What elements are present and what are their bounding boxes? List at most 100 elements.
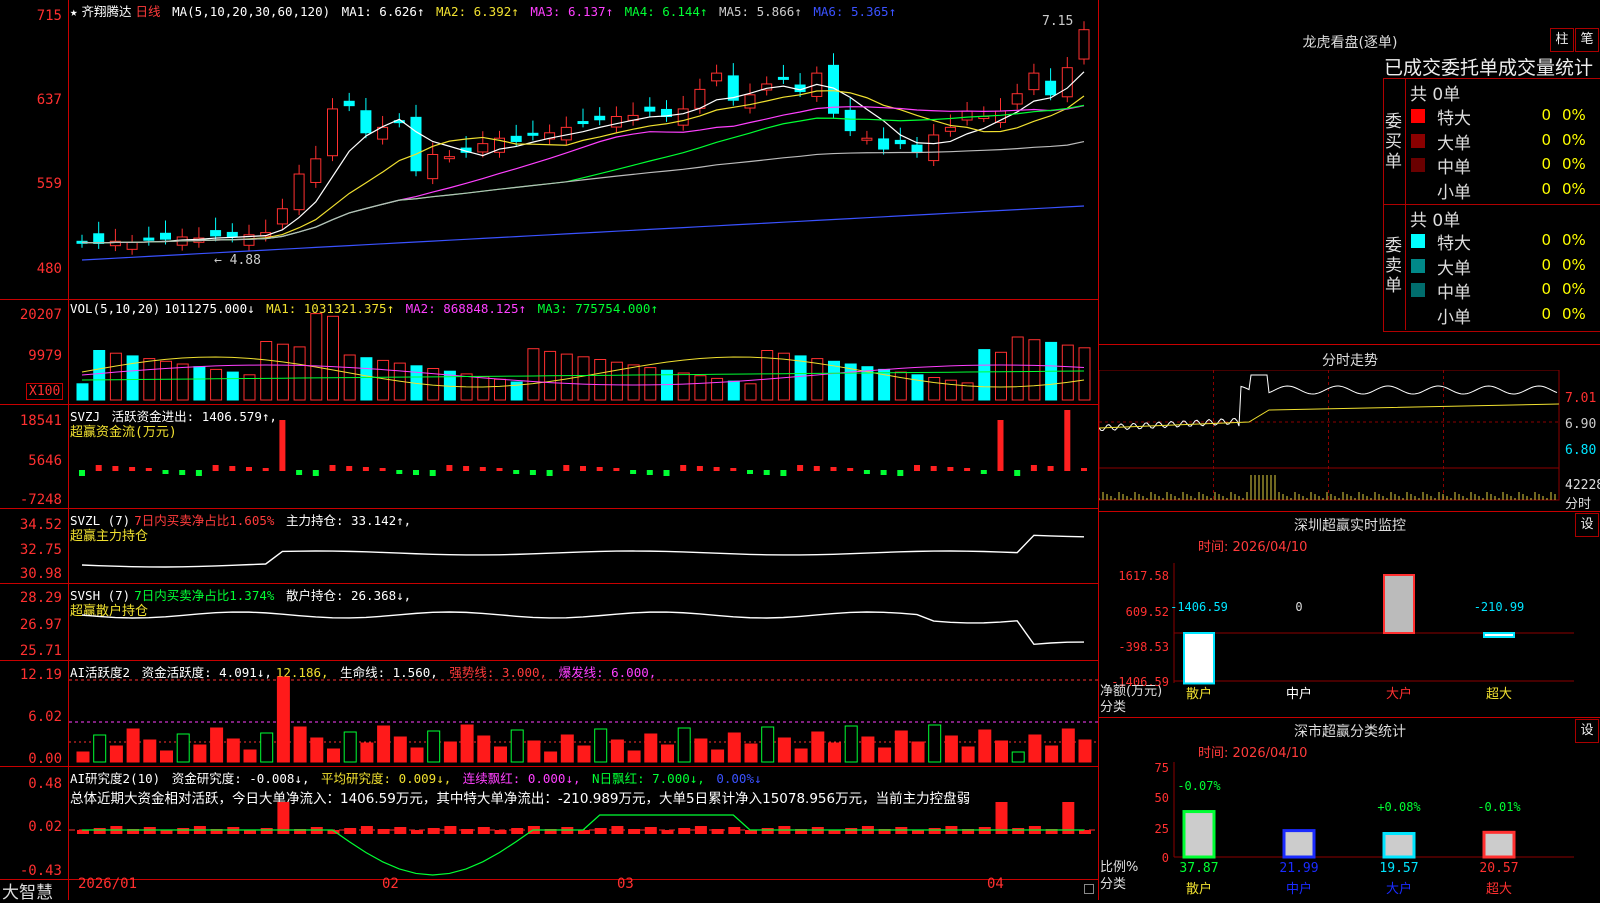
class-value: 37.87 [1179, 861, 1218, 876]
sell-row-count: 0 [1541, 304, 1551, 323]
monitor-title: 深圳超赢实时监控 [1294, 518, 1406, 534]
order-table-sep [1383, 204, 1600, 205]
monitor-category: 超大 [1486, 687, 1512, 702]
activity-bar [1045, 745, 1059, 763]
activity-bar [377, 725, 391, 763]
fund-flow-bar [246, 467, 252, 471]
activity-bar [427, 730, 441, 763]
intraday-chart[interactable] [1099, 370, 1600, 510]
fund-flow-bar [362, 467, 369, 471]
kline-chart[interactable] [69, 0, 1098, 900]
bar-mode-button[interactable]: 柱 [1550, 28, 1574, 52]
brand-logo[interactable]: 大智慧 [2, 878, 53, 903]
monitor-category: 中户 [1286, 686, 1312, 702]
fund-flow-bar [1081, 468, 1087, 471]
volume-bar [160, 360, 172, 401]
activity-bar [828, 742, 841, 763]
research-bar [678, 828, 691, 834]
svzl-tick: 32.75 [19, 542, 62, 558]
activity-bar [694, 738, 708, 763]
fund-flow-bar [997, 420, 1004, 471]
candle [343, 100, 355, 107]
fund-flow-bar [964, 468, 971, 471]
fund-flow-bar [546, 470, 553, 476]
research-bar [728, 827, 741, 834]
activity-bar [276, 676, 290, 763]
volume-bar [744, 383, 757, 401]
buy-swatch [1411, 109, 1425, 123]
fund-flow-bar [1047, 466, 1054, 471]
tick-mode-button[interactable]: 笔 [1575, 28, 1599, 52]
buy-row-label: 特大 [1437, 109, 1471, 129]
class-tick: 75 [1155, 761, 1169, 775]
activity-bar [327, 748, 340, 763]
candle [210, 230, 222, 237]
fund-flow-bar [463, 466, 470, 471]
volume-bar [210, 368, 223, 401]
fund-flow-bar [847, 468, 854, 471]
activity-bar [594, 728, 608, 763]
volume-bar [377, 359, 390, 401]
class-settings-button[interactable]: 设 [1575, 719, 1599, 743]
fund-flow-bar [880, 470, 887, 475]
vol-unit-button[interactable]: X100 [26, 383, 64, 400]
volume-bar [594, 359, 607, 401]
fund-flow-bar [630, 470, 637, 474]
activity-bar [761, 726, 775, 763]
ai1-tick: 12.19 [19, 667, 62, 683]
fund-flow-bar [179, 470, 186, 475]
candle [744, 94, 756, 109]
sell-row-count: 0 [1541, 255, 1551, 274]
fund-flow-bar [112, 466, 119, 471]
fund-flow-bar [1014, 470, 1021, 476]
divider [1098, 717, 1600, 718]
volume-bar [176, 363, 189, 401]
fund-flow-bar [329, 465, 336, 471]
fund-flow-bar [830, 467, 837, 471]
candle [276, 208, 288, 225]
class-value: 19.57 [1379, 861, 1418, 876]
fund-flow-bar [212, 465, 219, 471]
candle [410, 116, 422, 172]
research-bar [377, 829, 390, 834]
svzl-tick: 34.52 [19, 517, 62, 533]
sell-swatch [1411, 234, 1425, 248]
activity-bar [627, 750, 641, 763]
activity-bar [794, 748, 808, 763]
buy-total: 共 0单 [1410, 85, 1461, 105]
activity-bar [861, 736, 875, 763]
monitor-settings-button[interactable]: 设 [1575, 513, 1599, 537]
volume-bar [276, 343, 289, 401]
volume-bar [527, 348, 540, 401]
class-bar [1282, 829, 1316, 859]
activity-bar [1028, 734, 1042, 763]
fund-flow-bar [780, 470, 787, 476]
candle [844, 109, 856, 132]
research-bar [444, 826, 457, 834]
candle [126, 241, 138, 250]
activity-bar [911, 741, 925, 763]
research-bar [761, 828, 774, 834]
price-tick: 715 [36, 8, 62, 24]
research-bar [394, 827, 407, 834]
candle [427, 153, 439, 180]
volume-bar [577, 356, 590, 401]
svsh-tick: 26.97 [19, 617, 62, 633]
research-bar [594, 828, 607, 834]
ai1-tick: 6.02 [28, 709, 62, 725]
volume-bar [226, 371, 239, 401]
activity-bar [310, 737, 324, 763]
research-bar [845, 828, 858, 834]
activity-bar [226, 738, 240, 763]
fund-flow-bar [680, 465, 687, 471]
class-change: -0.07% [1177, 779, 1221, 793]
activity-bar [777, 737, 791, 763]
activity-bar [577, 745, 591, 763]
research-bar [1062, 802, 1075, 834]
price-tick: 637 [36, 92, 62, 108]
activity-bar [494, 746, 507, 763]
volume-bar [1028, 339, 1041, 401]
svzj-tick: -7248 [19, 492, 62, 508]
volume-bar [1061, 344, 1074, 401]
sell-swatch [1411, 283, 1425, 297]
